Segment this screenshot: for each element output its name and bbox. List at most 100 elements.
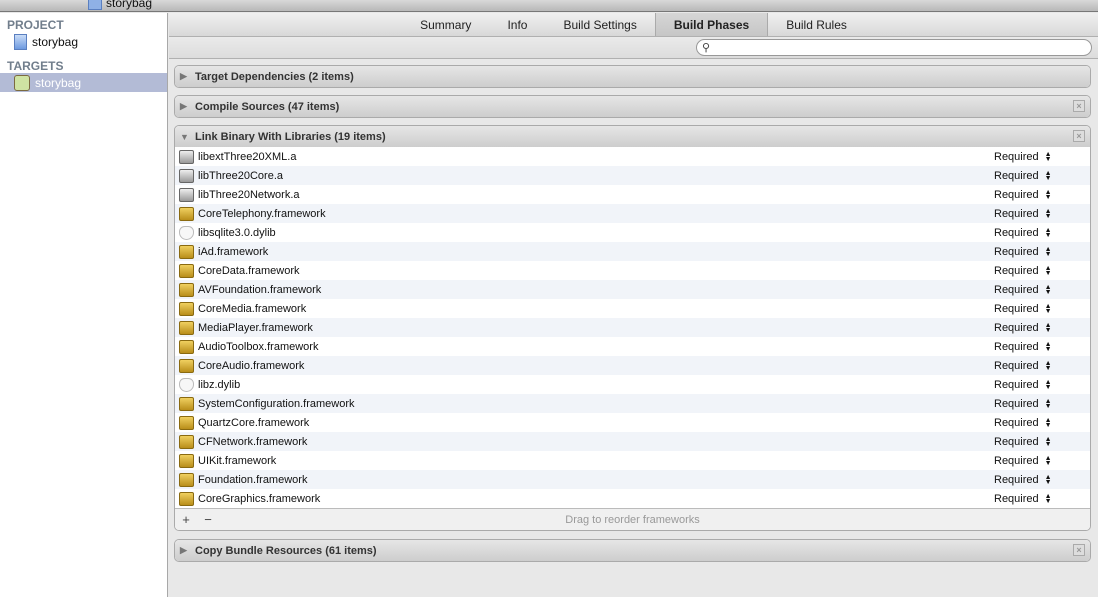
sidebar-project-storybag[interactable]: storybag (0, 32, 167, 51)
disclosure-down-icon[interactable]: ▼ (180, 132, 195, 142)
framework-icon (179, 396, 194, 411)
library-row[interactable]: CFNetwork.framework Required ▲ ▼ (175, 432, 1090, 451)
stepper-arrows-icon: ▲ ▼ (1044, 283, 1052, 296)
status-select[interactable]: Required ▲ ▼ (994, 455, 1052, 467)
phase-header[interactable]: ▼ Link Binary With Libraries (19 items) × (175, 126, 1090, 147)
library-row[interactable]: Foundation.framework Required ▲ ▼ (175, 470, 1090, 489)
delete-phase-icon[interactable]: × (1073, 544, 1085, 556)
tab-summary[interactable]: Summary (402, 13, 489, 36)
project-icon (88, 0, 102, 10)
jump-bar[interactable]: storybag (88, 0, 152, 10)
phase-header[interactable]: ▶ Copy Bundle Resources (61 items) × (175, 540, 1090, 561)
status-select[interactable]: Required ▲ ▼ (994, 170, 1052, 182)
status-value: Required (994, 397, 1039, 410)
status-value: Required (994, 359, 1039, 372)
status-value: Required (994, 340, 1039, 353)
status-value: Required (994, 492, 1039, 505)
disclosure-right-icon[interactable]: ▶ (180, 71, 195, 82)
drag-hint: Drag to reorder frameworks (565, 513, 700, 526)
status-select[interactable]: Required ▲ ▼ (994, 379, 1052, 391)
phase-header[interactable]: ▶ Target Dependencies (2 items) (175, 66, 1090, 87)
library-name: MediaPlayer.framework (198, 321, 313, 334)
tab-info[interactable]: Info (489, 13, 545, 36)
status-select[interactable]: Required ▲ ▼ (994, 474, 1052, 486)
delete-phase-icon[interactable]: × (1073, 100, 1085, 112)
library-row[interactable]: libThree20Core.a Required ▲ ▼ (175, 166, 1090, 185)
library-name: libsqlite3.0.dylib (198, 226, 276, 239)
tab-build-settings[interactable]: Build Settings (545, 13, 654, 36)
status-select[interactable]: Required ▲ ▼ (994, 436, 1052, 448)
status-select[interactable]: Required ▲ ▼ (994, 265, 1052, 277)
status-select[interactable]: Required ▲ ▼ (994, 303, 1052, 315)
status-select[interactable]: Required ▲ ▼ (994, 398, 1052, 410)
stepper-arrows-icon: ▲ ▼ (1044, 397, 1052, 410)
phase-title: Target Dependencies (2 items) (195, 70, 354, 83)
status-select[interactable]: Required ▲ ▼ (994, 341, 1052, 353)
status-select[interactable]: Required ▲ ▼ (994, 493, 1052, 505)
stepper-arrows-icon: ▲ ▼ (1044, 416, 1052, 429)
phase-copy-bundle-resources: ▶ Copy Bundle Resources (61 items) × (174, 539, 1091, 562)
library-name: iAd.framework (198, 245, 269, 258)
library-name: CoreMedia.framework (198, 302, 307, 315)
delete-phase-icon[interactable]: × (1073, 130, 1085, 142)
library-row[interactable]: AVFoundation.framework Required ▲ ▼ (175, 280, 1090, 299)
library-row[interactable]: iAd.framework Required ▲ ▼ (175, 242, 1090, 261)
library-row[interactable]: libextThree20XML.a Required ▲ ▼ (175, 147, 1090, 166)
framework-icon (179, 339, 194, 354)
static-library-icon (179, 168, 194, 183)
library-name: libThree20Network.a (198, 188, 300, 201)
library-row[interactable]: CoreData.framework Required ▲ ▼ (175, 261, 1090, 280)
project-file-icon (14, 33, 27, 50)
library-row[interactable]: MediaPlayer.framework Required ▲ ▼ (175, 318, 1090, 337)
stepper-arrows-icon: ▲ ▼ (1044, 150, 1052, 163)
status-select[interactable]: Required ▲ ▼ (994, 189, 1052, 201)
library-name: Foundation.framework (198, 473, 308, 486)
library-name: libThree20Core.a (198, 169, 283, 182)
status-value: Required (994, 150, 1039, 163)
targets-header: TARGETS (7, 59, 64, 73)
stepper-arrows-icon: ▲ ▼ (1044, 435, 1052, 448)
library-row[interactable]: QuartzCore.framework Required ▲ ▼ (175, 413, 1090, 432)
sidebar-item-label: storybag (32, 34, 79, 49)
tab-build-rules[interactable]: Build Rules (768, 13, 865, 36)
search-input[interactable]: ⚲ (696, 39, 1092, 56)
editor-tabs: Summary Info Build Settings Build Phases… (169, 13, 1098, 37)
library-row[interactable]: CoreTelephony.framework Required ▲ ▼ (175, 204, 1090, 223)
library-name: CoreAudio.framework (198, 359, 305, 372)
status-value: Required (994, 416, 1039, 429)
status-select[interactable]: Required ▲ ▼ (994, 417, 1052, 429)
library-row[interactable]: CoreGraphics.framework Required ▲ ▼ (175, 489, 1090, 508)
disclosure-right-icon[interactable]: ▶ (180, 545, 195, 556)
library-row[interactable]: libThree20Network.a Required ▲ ▼ (175, 185, 1090, 204)
status-select[interactable]: Required ▲ ▼ (994, 360, 1052, 372)
library-row[interactable]: CoreMedia.framework Required ▲ ▼ (175, 299, 1090, 318)
framework-icon (179, 244, 194, 259)
status-value: Required (994, 283, 1039, 296)
status-select[interactable]: Required ▲ ▼ (994, 284, 1052, 296)
library-row[interactable]: CoreAudio.framework Required ▲ ▼ (175, 356, 1090, 375)
stepper-arrows-icon: ▲ ▼ (1044, 454, 1052, 467)
stepper-arrows-icon: ▲ ▼ (1044, 264, 1052, 277)
status-value: Required (994, 207, 1039, 220)
status-select[interactable]: Required ▲ ▼ (994, 322, 1052, 334)
jump-bar-project[interactable]: storybag (106, 0, 152, 10)
library-name: CoreGraphics.framework (198, 492, 321, 505)
status-select[interactable]: Required ▲ ▼ (994, 208, 1052, 220)
library-row[interactable]: libsqlite3.0.dylib Required ▲ ▼ (175, 223, 1090, 242)
library-row[interactable]: libz.dylib Required ▲ ▼ (175, 375, 1090, 394)
stepper-arrows-icon: ▲ ▼ (1044, 359, 1052, 372)
status-value: Required (994, 435, 1039, 448)
status-select[interactable]: Required ▲ ▼ (994, 151, 1052, 163)
search-icon: ⚲ (702, 42, 711, 54)
status-select[interactable]: Required ▲ ▼ (994, 227, 1052, 239)
library-row[interactable]: SystemConfiguration.framework Required ▲ ▼ (175, 394, 1090, 413)
sidebar-target-storybag[interactable]: storybag (0, 73, 167, 92)
status-select[interactable]: Required ▲ ▼ (994, 246, 1052, 258)
disclosure-right-icon[interactable]: ▶ (180, 101, 195, 112)
phase-header[interactable]: ▶ Compile Sources (47 items) × (175, 96, 1090, 117)
framework-icon (179, 206, 194, 221)
stepper-arrows-icon: ▲ ▼ (1044, 473, 1052, 486)
tab-build-phases[interactable]: Build Phases (654, 13, 769, 36)
library-row[interactable]: AudioToolbox.framework Required ▲ ▼ (175, 337, 1090, 356)
library-row[interactable]: UIKit.framework Required ▲ ▼ (175, 451, 1090, 470)
